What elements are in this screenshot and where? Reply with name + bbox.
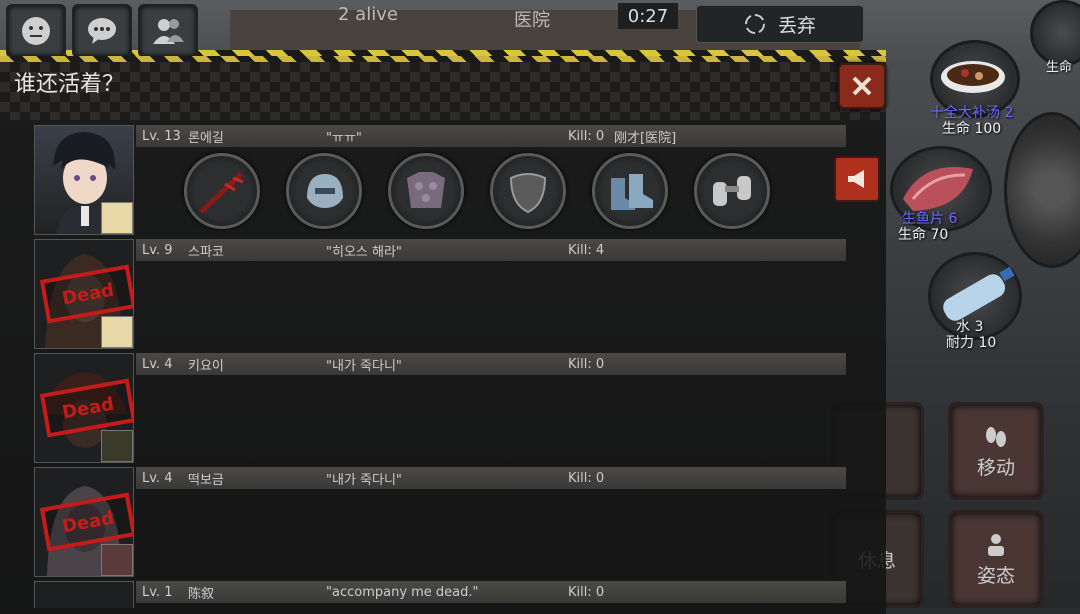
emote-button[interactable] [6,4,66,58]
equipment-slot-armor[interactable] [388,153,464,229]
alive-count: 2 alive [338,4,398,25]
players-button[interactable] [138,4,198,58]
player-name: 스파코 [188,244,224,260]
player-level: Lv. 1 [142,584,173,600]
boots-icon [611,174,653,210]
player-level: Lv. 4 [142,470,173,486]
partial-item-label: 生命 [1046,60,1073,75]
player-name: 키요이 [188,358,224,374]
player-info-bar: Lv. 13 론에길 "ㅠㅠ" Kill: 0 刚才[医院] [136,125,846,147]
players-icon [153,19,184,44]
report-button[interactable] [834,156,880,202]
close-icon [852,76,872,96]
rank-badge [101,544,133,576]
player-kills: Kill: 0 [568,356,605,372]
stance-label: 姿态 [976,564,1015,587]
player-row[interactable]: Lv. 13 론에길 "ㅠㅠ" Kill: 0 刚才[医院] [34,125,846,235]
player-quote: "내가 죽다니" [326,472,402,488]
player-row[interactable]: Dead Lv. 4 떡보금 "내가 죽다니" Kill: 0 [34,467,846,577]
player-info-bar: Lv. 9 스파코 "히오스 해라" Kill: 4 [136,239,846,261]
equipment-slot-boots[interactable] [592,153,668,229]
panel-title: 谁还活着？ [14,72,125,97]
player-name: 떡보금 [188,472,224,488]
player-kills: Kill: 4 [568,242,605,258]
armor-icon [407,172,445,208]
player-kills: Kill: 0 [568,584,605,600]
player-row[interactable]: Dead Lv. 4 키요이 "내가 죽다니" Kill: 0 [34,353,846,463]
player-level: Lv. 13 [142,128,181,144]
player-quote: "히오스 해라" [326,244,402,260]
stance-button[interactable]: 姿态 [948,510,1044,608]
chat-icon [88,18,116,44]
close-button[interactable] [838,63,886,109]
player-quote: "내가 죽다니" [326,358,402,374]
player-portrait [34,125,134,235]
face-icon [22,17,50,45]
player-name: 陈叙 [188,586,215,602]
player-quote: "accompany me dead." [326,584,479,600]
move-label: 移动 [976,456,1015,479]
discard-button[interactable]: 丢弃 [696,5,864,43]
player-name: 론에길 [188,130,224,146]
shield-icon [509,173,547,214]
rank-badge [101,316,133,348]
chat-button[interactable] [72,4,132,58]
equipment-slot-accessory[interactable] [694,153,770,229]
timer: 0:27 [618,3,678,29]
equipment-slot-weapon[interactable] [184,153,260,229]
rank-badge [101,202,133,234]
sword-icon [199,172,244,214]
footprints-icon [986,426,1006,447]
player-info-bar: Lv. 1 陈叙 "accompany me dead." Kill: 0 [136,581,846,603]
player-portrait: Dead [34,239,134,349]
player-status: 刚才[医院] [614,130,677,146]
player-info-bar: Lv. 4 떡보금 "내가 죽다니" Kill: 0 [136,467,846,489]
player-info-bar: Lv. 4 키요이 "내가 죽다니" Kill: 0 [136,353,846,375]
player-portrait: Dead [34,467,134,577]
player-portrait [34,581,134,608]
equipment-slot-helmet[interactable] [286,153,362,229]
megaphone-icon [848,170,864,188]
player-kills: Kill: 0 [568,128,605,144]
rank-badge [101,430,133,462]
sashimi-item-stat: 生命 70 [898,227,949,243]
water-item-stat: 耐力 10 [946,335,997,351]
location-label: 医院 [514,10,550,31]
player-row[interactable]: Lv. 1 陈叙 "accompany me dead." Kill: 0 [34,581,846,608]
binoculars-icon [713,176,751,206]
player-level: Lv. 9 [142,242,173,258]
equipment-slot-shield[interactable] [490,153,566,229]
stance-icon [988,533,1004,556]
recycle-icon [744,14,765,34]
player-kills: Kill: 0 [568,470,605,486]
player-row[interactable]: Dead Lv. 9 스파코 "히오스 해라" Kill: 4 [34,239,846,349]
player-quote: "ㅠㅠ" [326,130,362,146]
player-level: Lv. 4 [142,356,173,372]
panel-header [0,62,886,120]
helmet-icon [307,174,343,208]
soup-item-stat: 生命 100 [942,121,1002,137]
player-portrait: Dead [34,353,134,463]
move-button[interactable]: 移动 [948,402,1044,500]
discard-label: 丢弃 [777,14,816,37]
